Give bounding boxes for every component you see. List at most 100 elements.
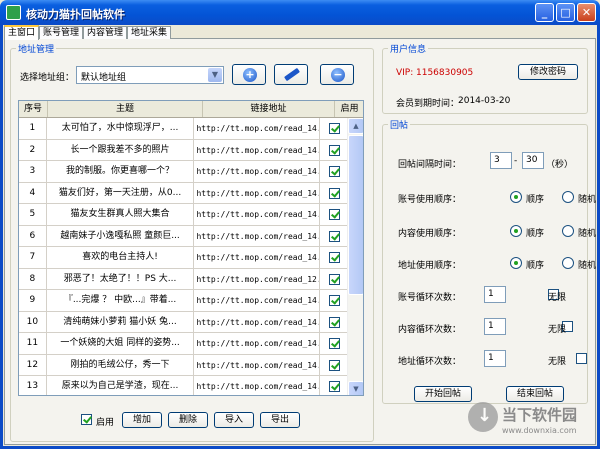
interval-unit: （秒） — [546, 160, 574, 170]
row-enabled-checkbox[interactable] — [329, 338, 341, 349]
table-row[interactable]: 12 刚拍的毛绒公仔，秀一下 http://tt.mop.com/read_14..… — [19, 354, 349, 376]
import-button[interactable]: 导入 — [214, 412, 254, 428]
enable-all-checkbox[interactable] — [81, 414, 92, 425]
table-header: 序号 主题 链接地址 启用 — [19, 101, 363, 118]
col-enabled[interactable]: 启用 — [335, 101, 363, 117]
row-enabled-checkbox[interactable] — [329, 144, 341, 156]
row-enabled-checkbox[interactable] — [329, 295, 341, 306]
content-order-rand-radio[interactable] — [562, 225, 574, 237]
account-order-rand-radio[interactable] — [562, 191, 574, 203]
address-order-seq-label: 顺序 — [526, 261, 545, 271]
add-group-button[interactable]: + — [232, 64, 266, 85]
export-button[interactable]: 导出 — [260, 412, 300, 428]
table-row[interactable]: 7 喜欢的电台主持人! http://tt.mop.com/read_14... — [19, 247, 349, 269]
row-enabled-cell — [320, 139, 349, 160]
row-title: 长一个跟我差不多的照片 — [47, 139, 195, 160]
chevron-down-icon[interactable]: ▼ — [208, 68, 222, 82]
row-num: 10 — [19, 311, 47, 332]
start-reply-button[interactable]: 开始回帖 — [414, 386, 472, 402]
scroll-thumb[interactable] — [348, 135, 363, 295]
add-button[interactable]: 增加 — [122, 412, 162, 428]
table-row[interactable]: 6 越南妹子小逸嘎私照 童颜巨... http://tt.mop.com/read_… — [19, 225, 349, 247]
address-loop-unlimited-checkbox[interactable] — [575, 353, 587, 364]
row-enabled-checkbox[interactable] — [329, 381, 341, 392]
content-loop-input[interactable]: 1 — [484, 318, 506, 335]
address-order-label: 地址使用顺序： — [398, 261, 462, 271]
app-icon — [6, 5, 21, 20]
row-enabled-checkbox[interactable] — [329, 123, 341, 134]
row-num: 1 — [19, 118, 47, 139]
table-row[interactable]: 9 『...完爆 ？ 中欧...』带着... http://tt.mop.com/r… — [19, 290, 349, 312]
row-title: 越南妹子小逸嘎私照 童颜巨... — [47, 225, 195, 246]
content-loop-label: 内容循环次数： — [398, 325, 462, 335]
table-scrollbar[interactable]: ▲ ▼ — [347, 118, 363, 395]
row-num: 9 — [19, 290, 47, 311]
tab-accounts[interactable]: 账号管理 — [39, 26, 84, 39]
table-row[interactable]: 10 清纯萌妹小萝莉 猫小妖 兔... http://tt.mop.com/read… — [19, 311, 349, 333]
close-button[interactable]: ✕ — [577, 3, 596, 22]
row-enabled-cell — [320, 118, 349, 139]
row-enabled-checkbox[interactable] — [329, 316, 341, 328]
row-enabled-checkbox[interactable] — [329, 166, 341, 177]
scroll-down-icon[interactable]: ▼ — [348, 381, 363, 395]
account-order-label: 账号使用顺序： — [398, 195, 462, 205]
row-num: 13 — [19, 376, 47, 395]
tab-main[interactable]: 主窗口 — [4, 25, 40, 40]
row-enabled-cell — [320, 247, 349, 268]
row-enabled-checkbox[interactable] — [329, 273, 341, 285]
row-title: 喜欢的电台主持人! — [47, 247, 195, 268]
maximize-button[interactable]: □ — [556, 3, 575, 22]
row-num: 5 — [19, 204, 47, 225]
table-row[interactable]: 5 猫友女生群真人照大集合 http://tt.mop.com/read_14... — [19, 204, 349, 226]
row-enabled-cell — [320, 268, 349, 289]
address-group-select[interactable]: 默认地址组 ▼ — [76, 66, 224, 84]
account-order-seq-radio[interactable] — [510, 191, 522, 203]
edit-group-button[interactable] — [274, 64, 308, 85]
table-row[interactable]: 11 一个妖娆的大姐 同样的姿势... http://tt.mop.com/read… — [19, 333, 349, 355]
table-row[interactable]: 13 原来以为自己是学渣，现在... http://tt.mop.com/read_… — [19, 376, 349, 395]
table-row[interactable]: 8 邪恶了！太绝了！！PS 大... http://tt.mop.com/read_… — [19, 268, 349, 290]
row-enabled-cell — [320, 376, 349, 395]
interval-min-input[interactable]: 3 — [490, 152, 512, 169]
row-enabled-checkbox[interactable] — [329, 187, 341, 199]
col-num[interactable]: 序号 — [19, 101, 48, 117]
address-loop-unlimited-label: 无限 — [548, 357, 567, 367]
address-order-seq-radio[interactable] — [510, 257, 522, 269]
row-enabled-checkbox[interactable] — [329, 230, 341, 242]
pencil-icon — [284, 67, 300, 82]
row-link: http://tt.mop.com/read_14... — [194, 311, 321, 332]
row-title: 『...完爆 ？ 中欧...』带着... — [47, 290, 195, 311]
table-row[interactable]: 4 猫友们好，第一天注册，从0... http://tt.mop.com/read_… — [19, 182, 349, 204]
content-order-seq-radio[interactable] — [510, 225, 522, 237]
col-link[interactable]: 链接地址 — [203, 101, 335, 117]
tab-content[interactable]: 内容管理 — [83, 26, 128, 39]
address-order-rand-radio[interactable] — [562, 257, 574, 269]
account-loop-input[interactable]: 1 — [484, 286, 506, 303]
row-enabled-checkbox[interactable] — [329, 252, 341, 263]
row-enabled-checkbox[interactable] — [329, 359, 341, 371]
address-group-label: 选择地址组： — [20, 73, 75, 83]
tab-strip: 主窗口 账号管理 内容管理 地址采集 — [4, 25, 172, 40]
minus-icon: − — [331, 68, 345, 82]
row-num: 6 — [19, 225, 47, 246]
interval-max-input[interactable]: 30 — [522, 152, 544, 169]
remove-group-button[interactable]: − — [320, 64, 354, 85]
table-row[interactable]: 1 太可怕了，水中惊现浮尸，... http://tt.mop.com/read_1… — [19, 118, 349, 140]
table-row[interactable]: 3 我的制服。你更喜哪一个？ http://tt.mop.com/read_14..… — [19, 161, 349, 183]
address-loop-input[interactable]: 1 — [484, 350, 506, 367]
row-link: http://tt.mop.com/read_14... — [194, 118, 321, 139]
row-enabled-checkbox[interactable] — [329, 209, 341, 220]
table-row[interactable]: 2 长一个跟我差不多的照片 http://tt.mop.com/read_14... — [19, 139, 349, 161]
address-loop-label: 地址循环次数： — [398, 357, 462, 367]
row-enabled-cell — [320, 311, 349, 332]
vip-label: VIP: — [396, 68, 414, 78]
watermark-text: 当下软件园 — [502, 406, 578, 424]
change-password-button[interactable]: 修改密码 — [518, 64, 578, 80]
col-title[interactable]: 主题 — [48, 101, 203, 117]
scroll-up-icon[interactable]: ▲ — [348, 118, 363, 134]
tab-address-collect[interactable]: 地址采集 — [127, 26, 172, 39]
row-title: 我的制服。你更喜哪一个？ — [47, 161, 195, 182]
minimize-button[interactable]: _ — [535, 3, 554, 22]
delete-button[interactable]: 删除 — [168, 412, 208, 428]
row-link: http://tt.mop.com/read_14... — [194, 354, 321, 375]
